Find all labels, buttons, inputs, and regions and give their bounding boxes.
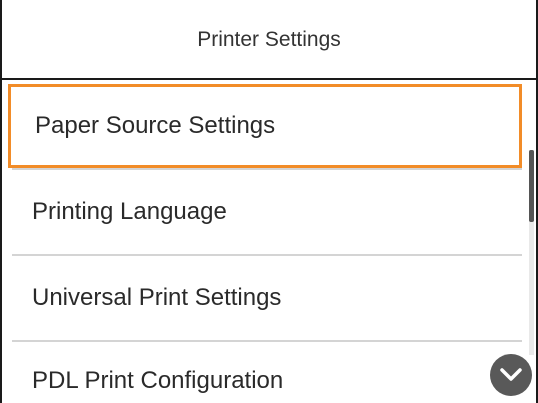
scroll-down-button[interactable] [490,354,532,396]
menu-item-paper-source-settings[interactable]: Paper Source Settings [8,84,522,168]
header-divider [2,78,536,80]
chevron-down-icon [500,368,522,381]
page-title: Printer Settings [197,28,341,51]
printer-settings-screen: Printer Settings Paper Source Settings P… [0,0,538,403]
scrollbar-thumb[interactable] [529,150,534,222]
menu-item-printing-language[interactable]: Printing Language [2,170,522,254]
menu-item-pdl-print-configuration[interactable]: PDL Print Configuration [2,342,522,403]
menu-item-universal-print-settings[interactable]: Universal Print Settings [2,256,522,340]
